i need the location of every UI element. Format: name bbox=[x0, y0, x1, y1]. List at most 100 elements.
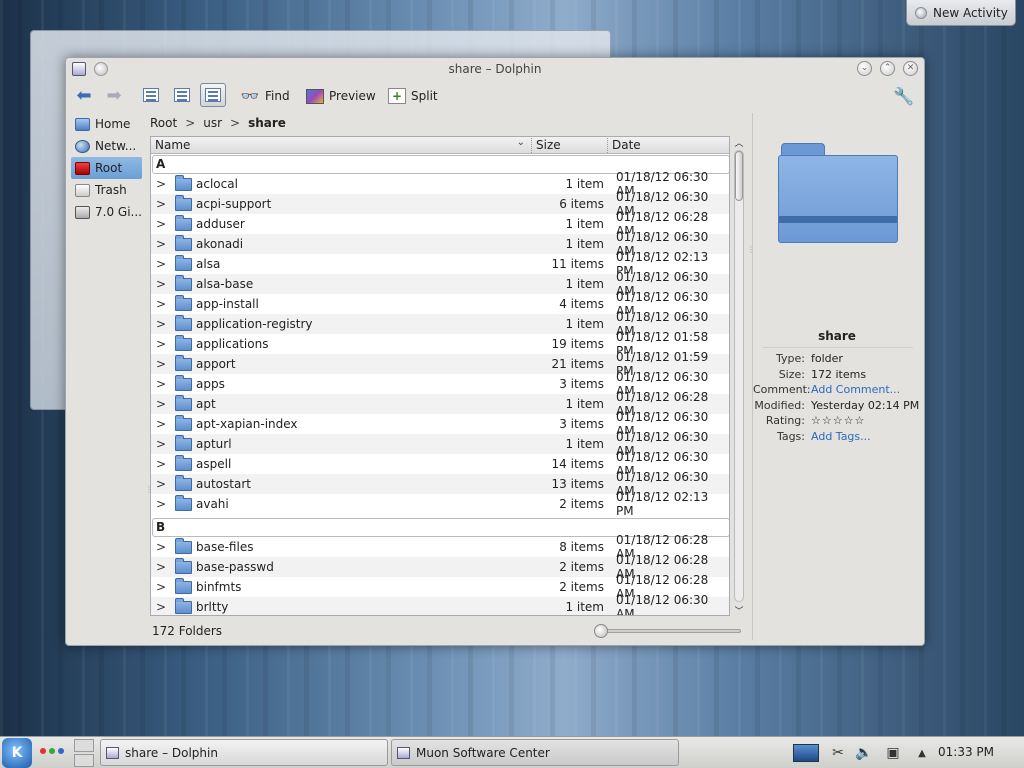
root-folder-icon bbox=[75, 161, 90, 175]
info-divider bbox=[763, 347, 913, 348]
close-button[interactable]: ✕ bbox=[903, 61, 918, 76]
volume-icon[interactable]: 🔈 bbox=[854, 740, 874, 766]
expand-chevron-icon[interactable]: > bbox=[151, 337, 171, 351]
folder-icon bbox=[175, 537, 192, 554]
back-button[interactable]: ⬅ bbox=[72, 85, 96, 107]
zoom-slider[interactable] bbox=[594, 624, 741, 638]
file-size: 14 items bbox=[551, 457, 604, 471]
expand-chevron-icon[interactable]: > bbox=[151, 317, 171, 331]
kde-launcher-button[interactable]: K bbox=[2, 738, 32, 768]
desktop-1[interactable] bbox=[74, 739, 94, 752]
expand-chevron-icon[interactable]: > bbox=[151, 217, 171, 231]
expand-chevron-icon[interactable]: > bbox=[151, 277, 171, 291]
split-button[interactable]: + Split bbox=[388, 85, 438, 107]
printer-icon[interactable]: ▣ bbox=[882, 740, 904, 766]
view-resize-handle[interactable]: ⋮ bbox=[747, 246, 755, 254]
dolphin-icon bbox=[106, 746, 119, 759]
task-muon[interactable]: Muon Software Center bbox=[391, 739, 679, 766]
sidebar-item-root[interactable]: Root bbox=[71, 157, 142, 179]
file-size: 2 items bbox=[559, 497, 604, 511]
file-name: adduser bbox=[196, 217, 245, 231]
compact-view-button[interactable] bbox=[169, 83, 195, 107]
preview-label: Preview bbox=[329, 89, 376, 103]
breadcrumb-item-usr[interactable]: usr bbox=[203, 116, 222, 130]
folder-icon bbox=[175, 414, 192, 431]
expand-chevron-icon[interactable]: > bbox=[151, 237, 171, 251]
expand-chevron-icon[interactable]: > bbox=[151, 560, 171, 574]
expand-chevron-icon[interactable]: > bbox=[151, 377, 171, 391]
clipboard-scissors-icon[interactable]: ✂ bbox=[828, 740, 848, 766]
muon-icon bbox=[397, 746, 410, 759]
expand-chevron-icon[interactable]: > bbox=[151, 497, 171, 511]
network-monitor-icon[interactable] bbox=[792, 740, 820, 766]
task-dolphin[interactable]: share – Dolphin bbox=[100, 739, 388, 766]
rating-stars[interactable]: ☆☆☆☆☆ bbox=[811, 414, 865, 430]
new-activity-button[interactable]: New Activity bbox=[906, 0, 1016, 26]
expand-chevron-icon[interactable]: > bbox=[151, 357, 171, 371]
folder-icon bbox=[175, 494, 192, 511]
expand-chevron-icon[interactable]: > bbox=[151, 457, 171, 471]
scrollbar-thumb[interactable] bbox=[735, 151, 743, 201]
pager[interactable] bbox=[74, 739, 94, 767]
folder-icon bbox=[175, 597, 192, 614]
preview-button[interactable]: Preview bbox=[306, 85, 376, 107]
expand-chevron-icon[interactable]: > bbox=[151, 580, 171, 594]
scroll-down-icon[interactable]: ﹀ bbox=[733, 604, 745, 617]
tray-expand-icon[interactable]: ▲ bbox=[914, 740, 930, 766]
configure-button[interactable]: 🔧 bbox=[892, 85, 916, 109]
places-resize-handle[interactable]: ⋮ bbox=[145, 486, 153, 494]
preview-icon bbox=[306, 88, 324, 104]
column-header-date[interactable]: Date bbox=[608, 138, 729, 153]
file-date: 01/18/12 06:30 AM bbox=[616, 593, 709, 615]
icons-view-button[interactable] bbox=[138, 83, 164, 107]
expand-chevron-icon[interactable]: > bbox=[151, 257, 171, 271]
scrollbar-track[interactable] bbox=[734, 150, 744, 602]
file-name: apps bbox=[196, 377, 225, 391]
table-row[interactable]: > avahi 2 items 01/18/12 02:13 PM bbox=[151, 490, 729, 518]
info-folder-name: share bbox=[818, 329, 856, 343]
expand-chevron-icon[interactable]: > bbox=[151, 297, 171, 311]
forward-button[interactable]: ➡ bbox=[102, 85, 126, 107]
maximize-button[interactable]: ⌃ bbox=[880, 61, 895, 76]
sidebar-item-netw[interactable]: Netw... bbox=[71, 135, 142, 157]
expand-chevron-icon[interactable]: > bbox=[151, 600, 171, 614]
expand-chevron-icon[interactable]: > bbox=[151, 540, 171, 554]
expand-chevron-icon[interactable]: > bbox=[151, 197, 171, 211]
breadcrumb-item-share[interactable]: share bbox=[248, 116, 286, 130]
sidebar-item-trash[interactable]: Trash bbox=[71, 179, 142, 201]
expand-chevron-icon[interactable]: > bbox=[151, 177, 171, 191]
sidebar-item-7-0-gi[interactable]: 7.0 Gi... bbox=[71, 201, 142, 223]
desktop-2[interactable] bbox=[74, 754, 94, 767]
breadcrumb-item-root[interactable]: Root bbox=[150, 116, 177, 130]
file-view[interactable]: Name ⌄ Size Date A > aclocal 1 item 01/18/12… bbox=[150, 136, 730, 616]
vertical-scrollbar[interactable]: ︿ ﹀ bbox=[733, 136, 745, 617]
title-bar[interactable]: share – Dolphin ⌄ ⌃ ✕ bbox=[66, 58, 924, 80]
prop-value: folder bbox=[811, 352, 843, 365]
file-name: application-registry bbox=[196, 317, 313, 331]
details-view-button[interactable] bbox=[200, 83, 226, 107]
folder-icon bbox=[175, 194, 192, 211]
zoom-slider-knob[interactable] bbox=[594, 624, 608, 638]
expand-chevron-icon[interactable]: > bbox=[151, 477, 171, 491]
file-name: binfmts bbox=[196, 580, 242, 594]
prop-link[interactable]: Add Tags... bbox=[811, 430, 871, 446]
clock[interactable]: 01:33 PM bbox=[938, 745, 994, 759]
scroll-up-icon[interactable]: ︿ bbox=[733, 136, 745, 149]
expand-chevron-icon[interactable]: > bbox=[151, 437, 171, 451]
file-size: 19 items bbox=[551, 337, 604, 351]
folder-icon bbox=[175, 274, 192, 291]
column-header-name[interactable]: Name ⌄ bbox=[151, 137, 532, 153]
expand-chevron-icon[interactable]: > bbox=[151, 397, 171, 411]
home-folder-icon bbox=[75, 117, 90, 131]
activities-button[interactable] bbox=[40, 748, 64, 754]
sidebar-item-label: Root bbox=[95, 161, 123, 175]
column-header-size[interactable]: Size bbox=[532, 138, 608, 153]
taskbar: K share – Dolphin Muon Software Center ✂… bbox=[0, 736, 1024, 768]
minimize-button[interactable]: ⌄ bbox=[857, 61, 872, 76]
prop-link[interactable]: Add Comment... bbox=[811, 383, 900, 399]
activity-icon bbox=[915, 6, 927, 19]
sidebar-item-home[interactable]: Home bbox=[71, 113, 142, 135]
folder-icon bbox=[175, 394, 192, 411]
expand-chevron-icon[interactable]: > bbox=[151, 417, 171, 431]
find-button[interactable]: 👓 Find bbox=[240, 85, 290, 107]
